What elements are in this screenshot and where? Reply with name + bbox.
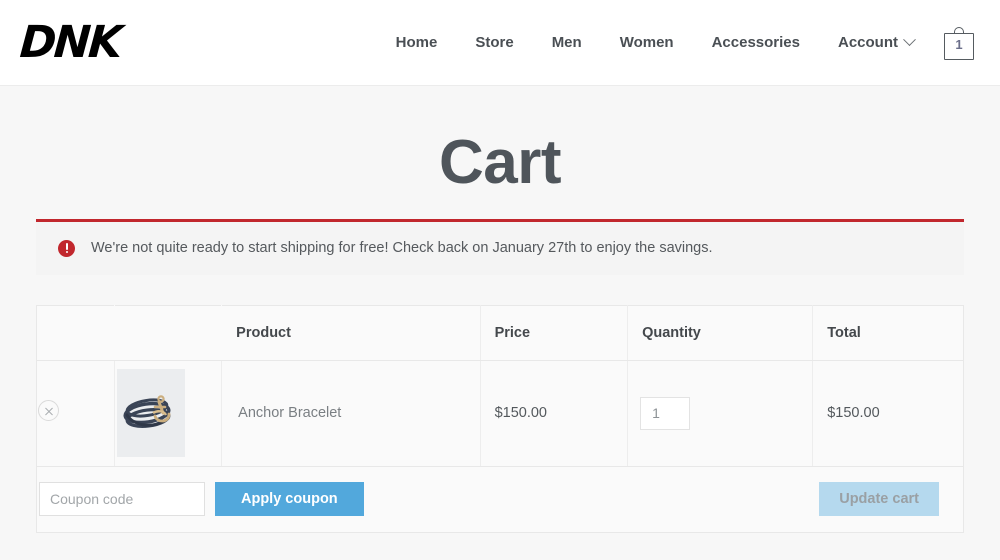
nav-item-account-label: Account: [838, 34, 898, 51]
cart-table-header: Product Price Quantity Total: [36, 305, 964, 361]
column-header-remove: [36, 305, 115, 361]
product-total: $150.00: [812, 360, 964, 467]
table-row: Anchor Bracelet $150.00 $150.00: [36, 360, 964, 467]
column-header-thumbnail: [114, 305, 222, 361]
nav-item-store[interactable]: Store: [456, 35, 532, 50]
product-thumbnail-cell: [114, 360, 223, 467]
site-header: DNK Home Store Men Women Accessories Acc…: [0, 0, 1000, 86]
nav-item-account[interactable]: Account: [819, 33, 938, 51]
product-price: $150.00: [480, 360, 629, 467]
quantity-input[interactable]: [640, 396, 691, 430]
site-logo[interactable]: DNK: [18, 17, 122, 68]
cart-footer-row: Apply coupon Update cart: [37, 466, 964, 532]
table-header-row: Product Price Quantity Total: [36, 305, 964, 361]
nav-item-men[interactable]: Men: [533, 35, 601, 50]
product-thumbnail[interactable]: [116, 369, 185, 458]
coupon-input[interactable]: [39, 482, 205, 517]
cart-button[interactable]: 1: [944, 26, 974, 60]
page-title: Cart: [438, 128, 562, 197]
nav-item-accessories[interactable]: Accessories: [693, 35, 819, 50]
nav-item-women[interactable]: Women: [601, 35, 693, 50]
apply-coupon-button[interactable]: Apply coupon: [215, 482, 364, 517]
product-name[interactable]: Anchor Bracelet: [221, 360, 481, 467]
main-navigation: Home Store Men Women Accessories Account…: [377, 26, 982, 60]
remove-item-cell: [36, 360, 115, 467]
cart-count-badge: 1: [955, 36, 963, 52]
main-content: Cart We're not quite ready to start ship…: [0, 86, 1000, 533]
column-header-price: Price: [480, 305, 629, 361]
cart-actions: Apply coupon Update cart: [39, 482, 949, 517]
error-exclamation-icon: [58, 240, 75, 258]
update-cart-button[interactable]: Update cart: [819, 482, 939, 517]
product-quantity-cell: [627, 360, 814, 467]
chevron-down-icon: [903, 33, 916, 47]
shipping-notice-text: We're not quite ready to start shipping …: [91, 240, 713, 257]
shipping-notice: We're not quite ready to start shipping …: [36, 219, 964, 275]
cart-table-body: Anchor Bracelet $150.00 $150.00 Apply co…: [36, 360, 964, 532]
cart-table: Product Price Quantity Total Anchor Brac…: [36, 304, 964, 533]
column-header-product: Product: [221, 305, 481, 361]
cart-actions-cell: Apply coupon Update cart: [37, 466, 964, 532]
remove-circle-x-icon[interactable]: [38, 400, 59, 422]
nav-item-home[interactable]: Home: [377, 35, 457, 50]
bracelet-image: [116, 369, 185, 458]
column-header-total: Total: [812, 305, 964, 361]
column-header-quantity: Quantity: [627, 305, 814, 361]
